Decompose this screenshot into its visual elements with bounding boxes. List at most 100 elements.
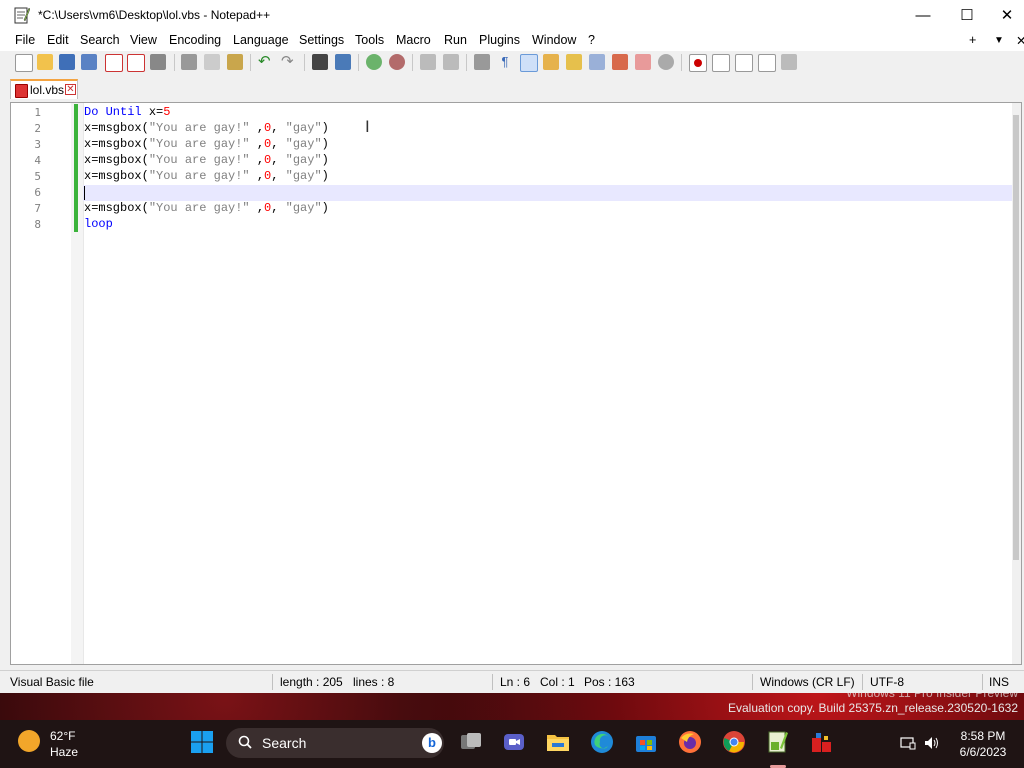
system-clock[interactable]: 8:58 PM 6/6/2023: [950, 728, 1016, 760]
status-separator: [862, 674, 863, 690]
code-token: Do Until: [84, 105, 149, 119]
code-token: loop: [84, 217, 113, 231]
sync-horizontal-icon[interactable]: [443, 54, 459, 70]
paste-icon[interactable]: [227, 54, 243, 70]
edge-icon[interactable]: [590, 730, 614, 754]
line-number: 8: [34, 218, 41, 231]
code-token: ,: [249, 137, 265, 151]
menu-run[interactable]: Run: [444, 33, 467, 47]
code-area[interactable]: Do Until x=5 x=msgbox("You are gay!" ,0, …: [83, 103, 1013, 664]
menu-search[interactable]: Search: [80, 33, 120, 47]
minimize-button[interactable]: —: [900, 0, 946, 30]
close-button[interactable]: ✕: [990, 0, 1024, 30]
menu-view[interactable]: View: [130, 33, 157, 47]
find-icon[interactable]: [312, 54, 328, 70]
save-all-icon[interactable]: [81, 54, 97, 70]
save-icon[interactable]: [59, 54, 75, 70]
tab-lol-vbs[interactable]: lol.vbs ✕: [10, 79, 78, 99]
undo-icon[interactable]: ↶: [258, 54, 274, 70]
status-encoding[interactable]: UTF-8: [870, 675, 904, 689]
function-list-icon[interactable]: [589, 54, 605, 70]
folder-workspace-icon[interactable]: [612, 54, 628, 70]
zoom-out-icon[interactable]: [389, 54, 405, 70]
record-macro-icon[interactable]: [689, 54, 707, 72]
volume-icon[interactable]: [924, 736, 940, 750]
editor[interactable]: 12345678 Do Until x=5 x=msgbox("You are g…: [10, 102, 1022, 665]
xml-icon[interactable]: [566, 54, 582, 70]
code-line: x=msgbox("You are gay!" ,0, "gay"): [84, 168, 329, 184]
app-icon-colored-blocks[interactable]: [810, 730, 834, 754]
weather-icon[interactable]: [18, 730, 40, 752]
menu-macro[interactable]: Macro: [396, 33, 431, 47]
code-token: ,: [271, 169, 286, 183]
word-wrap-icon[interactable]: [474, 54, 490, 70]
sync-vertical-icon[interactable]: [420, 54, 436, 70]
scrollbar-thumb[interactable]: [1013, 115, 1019, 560]
redo-icon[interactable]: ↷: [281, 54, 297, 70]
vertical-scrollbar[interactable]: [1012, 103, 1021, 664]
teams-meet-icon[interactable]: [502, 730, 526, 754]
menu-encoding[interactable]: Encoding: [169, 33, 221, 47]
open-file-icon[interactable]: [37, 54, 53, 70]
menu-settings[interactable]: Settings: [299, 33, 344, 47]
menu-help[interactable]: ?: [588, 33, 595, 47]
chrome-icon[interactable]: [722, 730, 746, 754]
toolbar: ↶ ↷ ¶: [0, 51, 1024, 73]
new-file-icon[interactable]: [15, 54, 33, 72]
code-token: ,: [271, 153, 286, 167]
close-all-icon[interactable]: [127, 54, 145, 72]
weather-description[interactable]: Haze: [50, 745, 78, 759]
line-number: 7: [34, 202, 41, 215]
code-token: x=msgbox(: [84, 169, 149, 183]
menu-file[interactable]: File: [15, 33, 35, 47]
task-view-icon[interactable]: [459, 730, 483, 754]
monitoring-icon[interactable]: [658, 54, 674, 70]
cut-icon[interactable]: [181, 54, 197, 70]
taskbar-search-box[interactable]: Search b: [226, 728, 444, 758]
folder-icon[interactable]: [635, 54, 651, 70]
toolbar-separator: [250, 54, 251, 71]
status-insert-mode[interactable]: INS: [989, 675, 1009, 689]
menu-edit[interactable]: Edit: [47, 33, 69, 47]
status-column: Col : 1: [540, 675, 575, 689]
tab-list-dropdown[interactable]: ▼: [994, 35, 1004, 46]
indent-guide-icon[interactable]: [520, 54, 538, 72]
taskbar: 62°F Haze Search b 8:58 PM 6/6/2023: [0, 720, 1024, 768]
menu-bar: File Edit Search View Encoding Language …: [0, 30, 1024, 51]
play-macro-icon[interactable]: [735, 54, 753, 72]
status-line: Ln : 6: [500, 675, 531, 689]
stop-macro-icon[interactable]: [712, 54, 730, 72]
status-eol[interactable]: Windows (CR LF): [760, 675, 855, 689]
menu-window[interactable]: Window: [532, 33, 576, 47]
status-separator: [982, 674, 983, 690]
weather-temperature[interactable]: 62°F: [50, 729, 75, 743]
close-document-button[interactable]: ✕: [1016, 33, 1024, 48]
run-macro-multiple-icon[interactable]: [758, 54, 776, 72]
print-icon[interactable]: [150, 54, 166, 70]
new-tab-button[interactable]: +: [969, 33, 976, 47]
firefox-icon[interactable]: [678, 730, 702, 754]
menu-tools[interactable]: Tools: [355, 33, 384, 47]
toolbar-separator: [412, 54, 413, 71]
clock-date: 6/6/2023: [959, 745, 1007, 759]
tab-close-icon[interactable]: ✕: [65, 84, 76, 95]
close-file-icon[interactable]: [105, 54, 123, 72]
menu-language[interactable]: Language: [233, 33, 289, 47]
windows-start-icon[interactable]: [190, 730, 214, 754]
save-macro-icon[interactable]: [781, 54, 797, 70]
menu-plugins[interactable]: Plugins: [479, 33, 520, 47]
title-bar[interactable]: *C:\Users\vm6\Desktop\lol.vbs - Notepad+…: [0, 0, 1024, 30]
microsoft-store-icon[interactable]: [634, 730, 658, 754]
document-map-icon[interactable]: [543, 54, 559, 70]
maximize-button[interactable]: ☐: [944, 0, 990, 30]
notepad-plus-plus-window: *C:\Users\vm6\Desktop\lol.vbs - Notepad+…: [0, 0, 1024, 693]
bing-icon[interactable]: b: [422, 733, 442, 753]
zoom-in-icon[interactable]: [366, 54, 382, 70]
network-icon[interactable]: [900, 736, 916, 750]
copy-icon[interactable]: [204, 54, 220, 70]
show-all-characters-icon[interactable]: ¶: [497, 54, 513, 70]
replace-icon[interactable]: [335, 54, 351, 70]
file-explorer-icon[interactable]: [546, 730, 570, 754]
code-token: ,: [249, 153, 265, 167]
notepad-plus-plus-taskbar-icon[interactable]: [766, 730, 790, 754]
